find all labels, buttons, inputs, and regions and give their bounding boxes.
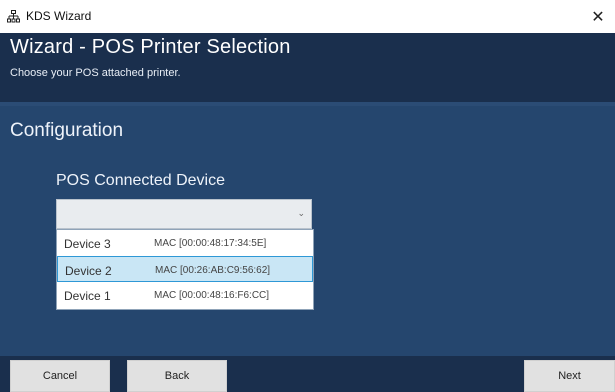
device-name: Device 2 <box>65 264 112 278</box>
close-button[interactable]: ✕ <box>581 0 615 33</box>
cancel-button[interactable]: Cancel <box>10 360 110 392</box>
back-button[interactable]: Back <box>127 360 227 392</box>
next-button[interactable]: Next <box>524 360 615 392</box>
page-title: Wizard - POS Printer Selection <box>10 36 291 58</box>
list-item-selected[interactable]: Device 2 MAC [00:26:AB:C9:56:62] <box>57 256 313 282</box>
window-title: KDS Wizard <box>26 9 92 23</box>
list-item[interactable]: Device 3 MAC [00:00:48:17:34:5E] <box>57 230 313 256</box>
device-name: Device 1 <box>64 289 111 303</box>
chevron-down-icon: ⌄ <box>297 208 305 218</box>
device-mac: MAC [00:00:48:16:F6:CC] <box>154 290 270 301</box>
close-icon: ✕ <box>591 8 605 26</box>
device-dropdown-list: Device 3 MAC [00:00:48:17:34:5E] Device … <box>56 229 314 310</box>
main-panel: Configuration POS Connected Device ⌄ Dev… <box>0 106 615 356</box>
list-item[interactable]: Device 1 MAC [00:00:48:16:F6:CC] <box>57 282 313 308</box>
section-title: Configuration <box>10 120 124 141</box>
device-combobox[interactable]: ⌄ <box>56 199 312 229</box>
device-mac: MAC [00:00:48:17:34:5E] <box>154 238 267 249</box>
device-name: Device 3 <box>64 237 111 251</box>
network-icon <box>7 10 20 23</box>
wizard-footer: Cancel Back Next <box>0 356 615 392</box>
title-bar: KDS Wizard ✕ <box>0 0 615 33</box>
device-field-label: POS Connected Device <box>56 172 225 189</box>
device-mac: MAC [00:26:AB:C9:56:62] <box>155 265 271 276</box>
wizard-header: Wizard - POS Printer Selection Choose yo… <box>0 33 615 102</box>
page-subtitle: Choose your POS attached printer. <box>10 67 181 79</box>
